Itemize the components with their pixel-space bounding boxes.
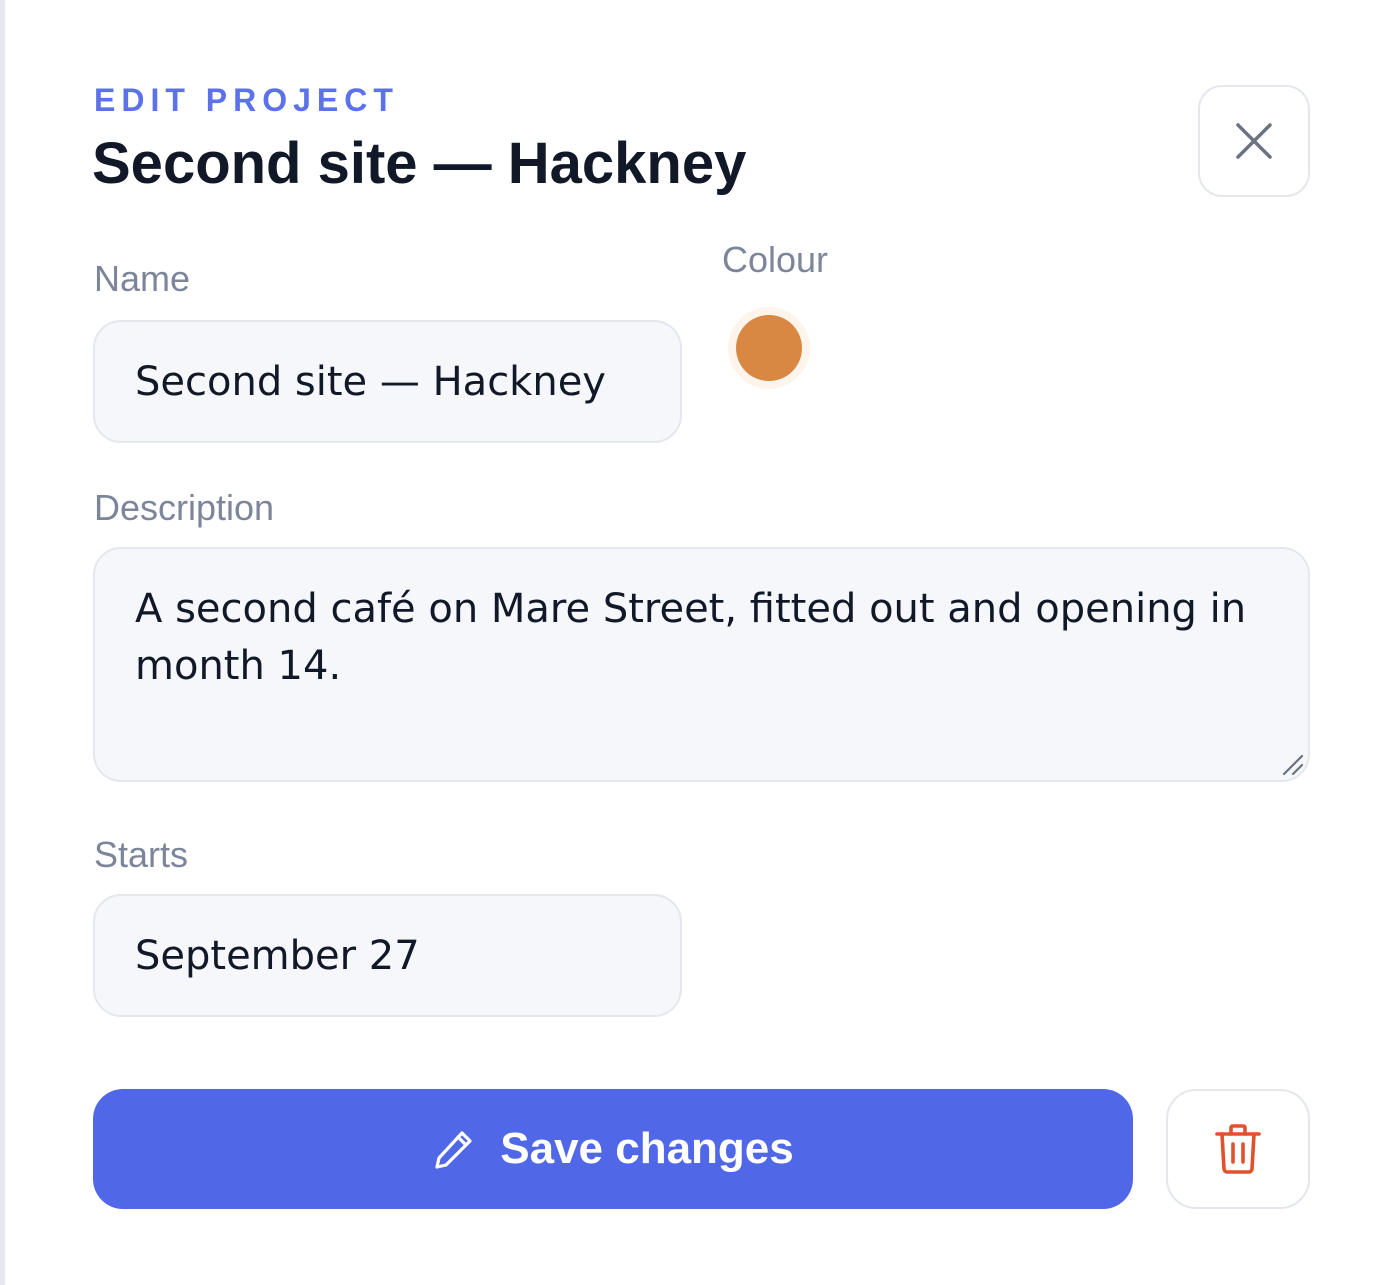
trash-icon: [1215, 1124, 1261, 1174]
name-input[interactable]: Second site — Hackney: [93, 320, 682, 443]
description-label: Description: [94, 487, 275, 528]
panel-eyebrow: EDIT PROJECT: [94, 82, 399, 118]
colour-swatch-button[interactable]: [728, 307, 810, 389]
close-icon: [1236, 123, 1272, 159]
delete-button[interactable]: [1166, 1089, 1310, 1209]
close-button[interactable]: [1198, 85, 1310, 197]
panel-left-border: [0, 0, 5, 1285]
save-changes-button[interactable]: Save changes: [93, 1089, 1133, 1209]
starts-input[interactable]: September 27: [93, 894, 682, 1017]
colour-label: Colour: [722, 239, 829, 280]
pencil-icon: [435, 1131, 472, 1169]
resize-grip-icon[interactable]: [1278, 750, 1304, 776]
save-changes-label: Save changes: [500, 1124, 794, 1173]
panel-title: Second site — Hackney: [92, 131, 747, 196]
colour-swatch: [736, 315, 802, 381]
name-label: Name: [94, 258, 191, 299]
description-textarea[interactable]: A second café on Mare Street, fitted out…: [93, 547, 1310, 782]
description-text: A second café on Mare Street, fitted out…: [135, 586, 1247, 689]
edit-project-panel: EDIT PROJECT Second site — Hackney Name …: [0, 0, 1400, 1285]
starts-label: Starts: [94, 834, 189, 875]
